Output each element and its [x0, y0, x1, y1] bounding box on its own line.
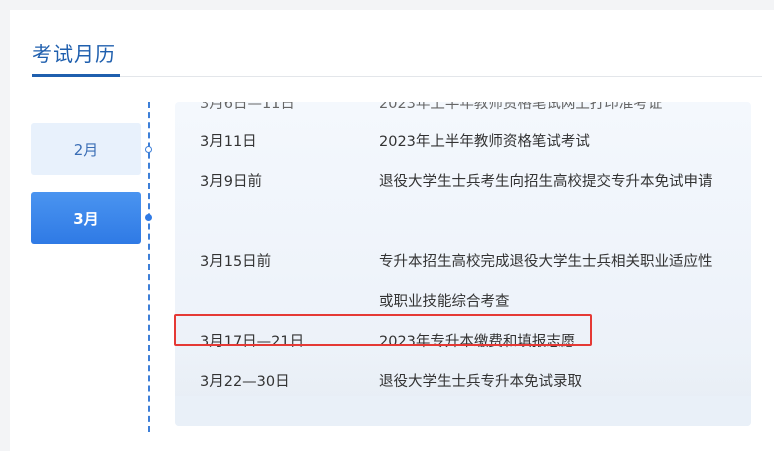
schedule-date: 3月9日前: [200, 174, 262, 190]
schedule-panel: 3月6日—11日 2023年上半年教师资格笔试网上打印准考证 3月11日 202…: [175, 102, 751, 426]
schedule-date: 3月6日—11日: [200, 102, 295, 112]
timeline-dot-feb: [145, 146, 152, 153]
highlight-annotation-box: [174, 314, 592, 346]
schedule-event: 退役大学生士兵考生向招生高校提交专升本免试申请: [379, 174, 713, 190]
timeline-dot-mar-active: [145, 214, 152, 221]
schedule-event: 退役大学生士兵专升本免试录取: [379, 374, 582, 390]
schedule-event: 2023年上半年教师资格笔试考试: [379, 134, 590, 150]
title-underline: [32, 74, 120, 77]
schedule-date: 3月15日前: [200, 254, 272, 270]
schedule-event: 2023年上半年教师资格笔试网上打印准考证: [379, 102, 663, 112]
schedule-date: 3月22—30日: [200, 374, 290, 390]
exam-calendar-card: 考试月历 2月 3月 3月6日—11日 2023年上半年教师资格笔试网上打印准考…: [10, 10, 774, 451]
schedule-event: 专升本招生高校完成退役大学生士兵相关职业适应性或职业技能综合考查: [379, 254, 713, 310]
month-tab-mar[interactable]: 3月: [31, 192, 141, 244]
month-tab-feb[interactable]: 2月: [31, 123, 141, 175]
header-divider: [32, 76, 762, 77]
schedule-date: 3月11日: [200, 134, 257, 150]
page-title: 考试月历: [32, 42, 116, 66]
